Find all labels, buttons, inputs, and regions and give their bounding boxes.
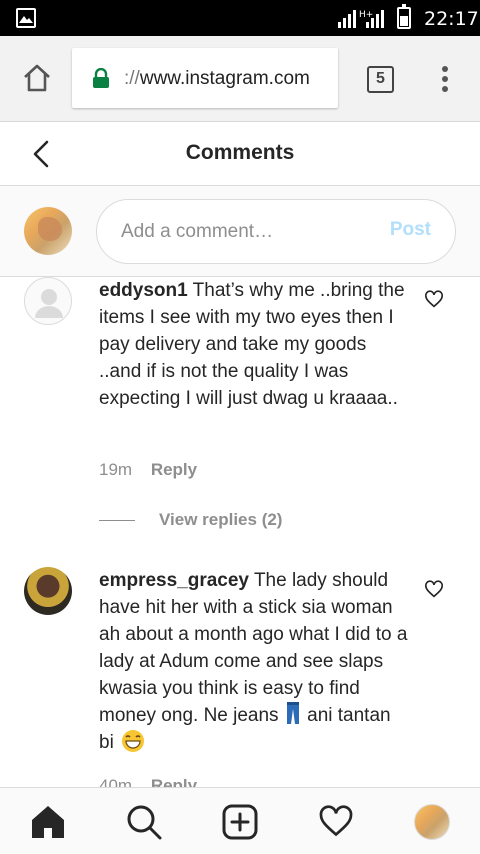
- commenter-avatar[interactable]: [24, 277, 72, 325]
- replies-divider: [99, 520, 135, 522]
- laughing-emoji-icon: [122, 730, 145, 752]
- bottom-tab-bar: [0, 787, 480, 854]
- tab-switcher-button[interactable]: 5: [367, 66, 394, 93]
- comment-input-wrapper: Post: [96, 199, 456, 264]
- page-title: Comments: [185, 141, 295, 164]
- profile-avatar[interactable]: [414, 804, 450, 840]
- home-icon[interactable]: [22, 64, 52, 92]
- post-button[interactable]: Post: [390, 219, 431, 241]
- signal-icon: H+: [338, 10, 384, 28]
- address-bar[interactable]: ://www.instagram.com: [72, 48, 338, 108]
- home-icon[interactable]: [30, 804, 66, 840]
- battery-icon: [397, 4, 411, 29]
- my-avatar: [24, 207, 72, 255]
- search-icon[interactable]: [126, 804, 162, 840]
- activity-heart-icon[interactable]: [318, 804, 354, 838]
- comments-header: Comments: [0, 122, 480, 186]
- browser-toolbar: ://www.instagram.com 5: [0, 36, 480, 122]
- comment-body: eddyson1 That’s why me ..bring the items…: [99, 277, 409, 412]
- url-text: ://www.instagram.com: [124, 68, 310, 89]
- reply-button[interactable]: Reply: [151, 776, 197, 787]
- reply-button[interactable]: Reply: [151, 460, 197, 479]
- image-notification-icon: [16, 8, 36, 28]
- clock: 22:17: [424, 8, 479, 30]
- more-vert-icon[interactable]: [441, 66, 449, 92]
- comment-username[interactable]: eddyson1: [99, 280, 188, 301]
- comment-composer: Post: [0, 186, 480, 277]
- add-post-icon[interactable]: [222, 804, 258, 840]
- default-avatar-icon: [35, 289, 63, 318]
- lock-icon: [93, 68, 109, 88]
- comment-input[interactable]: [121, 218, 371, 246]
- comment-time: 19m: [99, 460, 133, 479]
- comment-meta: 40m Reply: [99, 776, 197, 787]
- like-heart-icon[interactable]: [424, 290, 444, 308]
- comment-meta: 19m Reply: [99, 460, 197, 480]
- like-heart-icon[interactable]: [424, 580, 444, 598]
- commenter-avatar[interactable]: [24, 567, 72, 615]
- comment-username[interactable]: empress_gracey: [99, 570, 249, 591]
- jeans-emoji-icon: [286, 702, 299, 724]
- view-replies-button[interactable]: View replies (2): [99, 510, 282, 530]
- comment-text: The lady should have hit her with a stic…: [99, 570, 408, 726]
- comment-list[interactable]: eddyson1 That’s why me ..bring the items…: [0, 277, 480, 787]
- comment-time: 40m: [99, 776, 133, 787]
- comment-body: empress_gracey The lady should have hit …: [99, 567, 409, 756]
- status-bar: H+ 22:17: [0, 0, 480, 36]
